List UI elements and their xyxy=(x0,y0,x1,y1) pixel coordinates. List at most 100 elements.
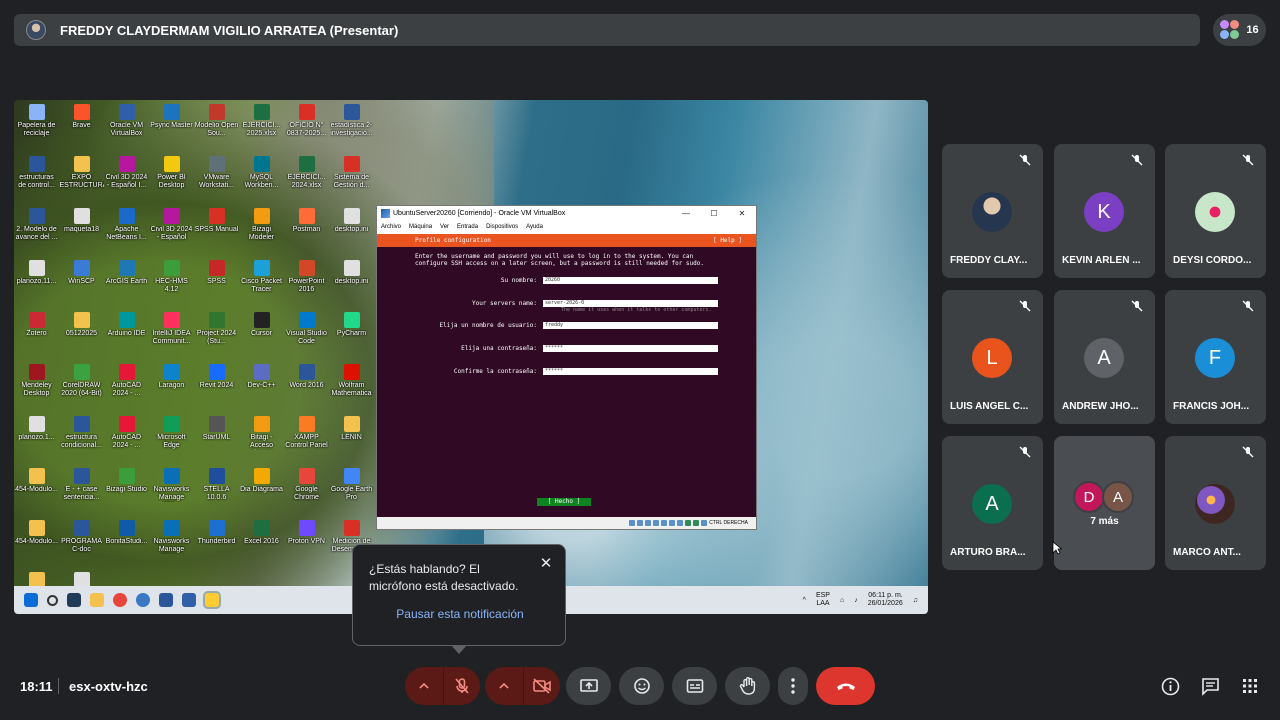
vbox-titlebar: UbuntuServer20260 [Corriendo] - Oracle V… xyxy=(377,206,756,221)
participant-tile[interactable]: FREDDY CLAY... xyxy=(942,144,1043,278)
desktop-icon: Power BI Desktop xyxy=(149,154,194,206)
participant-avatar: L xyxy=(972,338,1012,378)
desktop-icon: 2. Modelo de avance del ... xyxy=(14,206,59,258)
more-options-button[interactable] xyxy=(778,667,808,705)
app-icon xyxy=(208,520,225,536)
mic-toggle-button[interactable] xyxy=(444,667,480,705)
vm-console: Profile configuration [ Help ] Enter the… xyxy=(377,234,756,518)
desktop-icon: Dia Diagrama xyxy=(239,466,284,518)
app-icon xyxy=(208,260,225,276)
desktop-icon: Apache NetBeans I... xyxy=(104,206,149,258)
desktop-icon: Proton VPN xyxy=(284,518,329,570)
desktop-icon-label: EJERCICI... 2025.xlsx xyxy=(242,122,281,137)
desktop-icon: planozo.11... xyxy=(14,258,59,310)
desktop-icon-label: Apache NetBeans I... xyxy=(106,226,147,241)
captions-button[interactable] xyxy=(672,667,717,705)
participant-tile[interactable]: MARCO ANT... xyxy=(1165,436,1266,570)
desktop-icon-label: Psync Master xyxy=(150,122,193,129)
present-screen-button[interactable] xyxy=(566,667,611,705)
desktop-icon-label: Cursor xyxy=(250,330,272,337)
reactions-button[interactable] xyxy=(619,667,664,705)
desktop-icon-label: Revit 2024 xyxy=(199,382,234,389)
app-icon xyxy=(73,208,90,224)
app-icon xyxy=(28,156,45,172)
desktop-icon: Sistema de Gestión d... xyxy=(329,154,374,206)
desktop-icon: estadística 2- investigació... xyxy=(329,102,374,154)
desktop-icon-label: Bitagi - Acceso directo xyxy=(250,434,273,449)
field-label: Your servers name: xyxy=(471,300,537,307)
display-icon xyxy=(677,520,684,526)
field-password-confirm: Confirme la contraseña: ****** xyxy=(415,368,718,375)
notification-message: ¿Estás hablando? El micrófono está desac… xyxy=(369,562,519,593)
desktop-icon-label: 454-Modulo... xyxy=(15,486,58,493)
desktop-icon: SPSS xyxy=(194,258,239,310)
desktop-icon-label: IntelliJ IDEA Communit... xyxy=(152,330,191,345)
menu-ayuda: Ayuda xyxy=(526,224,543,230)
menu-maquina: Máquina xyxy=(409,224,433,230)
hdd-icon xyxy=(629,520,636,526)
activities-button[interactable] xyxy=(1240,676,1260,696)
meeting-info-button[interactable] xyxy=(1160,676,1180,696)
desktop-icon-label: Navisworks Manage 2024... xyxy=(153,538,190,553)
app-icon xyxy=(208,312,225,328)
app-icon xyxy=(298,312,315,328)
video-options-button[interactable] xyxy=(485,667,523,705)
desktop-icon: WinSCP xyxy=(59,258,104,310)
menu-entrada: Entrada xyxy=(457,224,479,230)
app-icon xyxy=(298,364,315,380)
participant-name: DEYSI CORDO... xyxy=(1173,255,1252,266)
desktop-icon: Bitagi - Acceso directo xyxy=(239,414,284,466)
app-icon xyxy=(253,520,270,536)
more-participants-tile[interactable]: D A 7 más xyxy=(1054,436,1155,570)
field-value: ****** xyxy=(543,368,718,375)
usb-icon xyxy=(661,520,668,526)
desktop-icon-label: WinSCP xyxy=(68,278,95,285)
desktop-icon-label: Civil 3D 2024 - Español xyxy=(150,226,193,241)
raise-hand-button[interactable] xyxy=(725,667,770,705)
divider xyxy=(58,678,59,694)
close-icon[interactable]: ✕ xyxy=(539,556,553,571)
desktop-icon: Navisworks Manage 2024... xyxy=(149,518,194,570)
desktop-icon-label: Thunderbird xyxy=(197,538,236,545)
participant-tile[interactable]: K KEVIN ARLEN ... xyxy=(1054,144,1155,278)
chat-button[interactable] xyxy=(1200,676,1220,696)
app-icon xyxy=(343,416,360,432)
desktop-icon: Cursor xyxy=(239,310,284,362)
recording-icon xyxy=(685,520,692,526)
desktop-icon: Bizagi Studio xyxy=(104,466,149,518)
shared-folder-icon xyxy=(669,520,676,526)
vbox-statusbar: CTRL DERECHA xyxy=(377,517,756,529)
virtualbox-window: UbuntuServer20260 [Corriendo] - Oracle V… xyxy=(376,205,757,530)
participant-tile[interactable]: A ANDREW JHO... xyxy=(1054,290,1155,424)
app-icon xyxy=(73,416,90,432)
desktop-icons: Papelera de reciclaje Brave Oracle VM Virt… xyxy=(14,102,374,614)
participant-tile[interactable]: L LUIS ANGEL C... xyxy=(942,290,1043,424)
camera-toggle-button[interactable] xyxy=(524,667,560,705)
field-username: Elija un nombre de usuario: freddy xyxy=(415,322,718,329)
presenter-bar[interactable]: FREDDY CLAYDERMAM VIGILIO ARRATEA (Prese… xyxy=(14,14,1200,46)
virtualbox-icon xyxy=(381,209,390,218)
pause-notification-button[interactable]: Pausar esta notificación xyxy=(353,607,567,621)
participant-tile[interactable]: DEYSI CORDO... xyxy=(1165,144,1266,278)
desktop-icon: Project 2024 (Stu... xyxy=(194,310,239,362)
desktop-icon: Modelio Open Sou... xyxy=(194,102,239,154)
desktop-icon-label: Zotero xyxy=(26,330,47,337)
desktop-icon-label: EXPO ESTRUCTURA xyxy=(59,174,104,189)
audio-options-button[interactable] xyxy=(405,667,443,705)
desktop-icon: Google Chrome xyxy=(284,466,329,518)
participant-tile[interactable]: A ARTURO BRA... xyxy=(942,436,1043,570)
app-icon xyxy=(298,468,315,484)
participants-button[interactable]: 16 xyxy=(1213,14,1266,46)
mic-off-icon xyxy=(1242,300,1254,312)
desktop-icon: IntelliJ IDEA Communit... xyxy=(149,310,194,362)
desktop-icon: PROGRAMA C-doc xyxy=(59,518,104,570)
app-icon xyxy=(73,468,90,484)
optical-icon xyxy=(637,520,644,526)
app-icon xyxy=(163,520,180,536)
desktop-icon: Google Earth Pro xyxy=(329,466,374,518)
menu-dispositivos: Dispositivos xyxy=(486,224,519,230)
participant-name: FRANCIS JOH... xyxy=(1173,401,1250,412)
participant-tile[interactable]: F FRANCIS JOH... xyxy=(1165,290,1266,424)
leave-call-button[interactable] xyxy=(816,667,875,705)
network-icon xyxy=(653,520,660,526)
